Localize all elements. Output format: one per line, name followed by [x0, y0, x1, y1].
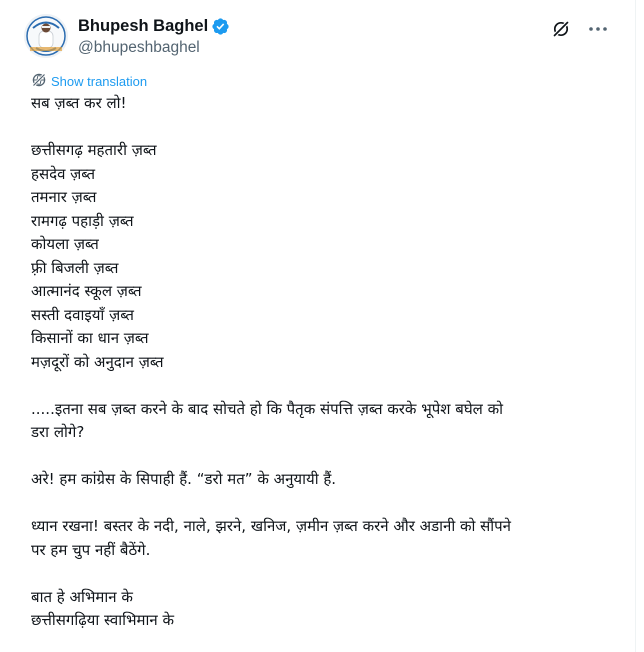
avatar-image — [24, 14, 68, 58]
tweet-header: Bhupesh Baghel @bhupeshbaghel — [20, 14, 610, 62]
author-name[interactable]: Bhupesh Baghel — [78, 15, 208, 37]
tweet-line: आत्मानंद स्कूल ज़ब्त — [31, 282, 142, 300]
tweet-line: फ़्री बिजली ज़ब्त — [31, 258, 119, 277]
tweet-line: डरा लोगे? — [31, 423, 85, 441]
tweet-line: किसानों का धान ज़ब्त — [31, 329, 149, 347]
tweet-line: छत्तीसगढ़िया स्वाभिमान के — [31, 611, 174, 629]
tweet-line: रामगढ़ पहाड़ी ज़ब्त — [31, 211, 134, 230]
tweet-line: .....इतना सब ज़ब्त करने के बाद सोचते हो … — [31, 399, 504, 418]
tweet-card: Bhupesh Baghel @bhupeshbaghel Show trans… — [0, 0, 636, 652]
tweet-line: पर हम चुप नहीं बैठेंगे. — [31, 540, 151, 559]
tweet-line: सब ज़ब्त कर लो! — [31, 94, 127, 112]
show-translation-label[interactable]: Show translation — [51, 73, 147, 91]
tweet-line: बात हे अभिमान के — [31, 587, 133, 606]
tweet-line: तमनार ज़ब्त — [31, 188, 97, 206]
show-translation-link[interactable]: Show translation — [31, 72, 147, 92]
tweet-text: सब ज़ब्त कर लो! छत्तीसगढ़ महतारी ज़ब्त ह… — [31, 92, 601, 633]
tweet-line: छत्तीसगढ़ महतारी ज़ब्त — [31, 141, 157, 159]
tweet-line: सस्ती दवाइयाँ ज़ब्त — [31, 305, 134, 324]
tweet-line: ध्यान रखना! बस्तर के नदी, नाले, झरने, खन… — [31, 517, 512, 535]
tweet-line: हसदेव ज़ब्त — [31, 164, 95, 183]
avatar[interactable] — [24, 14, 68, 58]
author-handle[interactable]: @bhupeshbaghel — [78, 37, 230, 59]
more-options-icon[interactable] — [586, 18, 610, 40]
grok-icon[interactable] — [550, 18, 572, 40]
verified-badge-icon[interactable] — [211, 17, 230, 36]
author-block[interactable]: Bhupesh Baghel @bhupeshbaghel — [78, 15, 230, 59]
tweet-line: कोयला ज़ब्त — [31, 235, 99, 253]
globe-translate-icon — [31, 72, 47, 92]
tweet-line: मज़दूरों को अनुदान ज़ब्त — [31, 352, 164, 371]
tweet-line: अरे! हम कांग्रेस के सिपाही हैं. “डरो मत”… — [31, 470, 337, 488]
